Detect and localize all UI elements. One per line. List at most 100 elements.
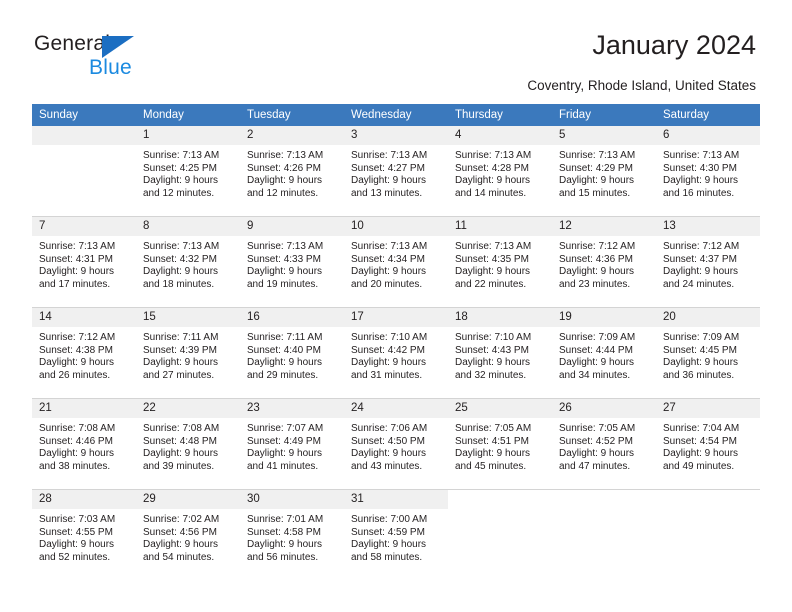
day-number: 17	[344, 308, 448, 327]
day-number: 5	[552, 126, 656, 145]
sunset-text: Sunset: 4:48 PM	[143, 435, 217, 447]
daylight-line1: Daylight: 9 hours	[143, 266, 219, 278]
day-number: 27	[656, 399, 760, 418]
daylight-line2: and 56 minutes.	[247, 551, 319, 563]
day-info: Sunrise: 7:13 AM Sunset: 4:26 PM Dayligh…	[240, 145, 344, 200]
day-cell[interactable]: 17 Sunrise: 7:10 AM Sunset: 4:42 PM Dayl…	[344, 307, 448, 399]
day-number: 18	[448, 308, 552, 327]
daylight-line1: Daylight: 9 hours	[247, 357, 323, 369]
daylight-line2: and 49 minutes.	[663, 460, 735, 472]
day-number: 3	[344, 126, 448, 145]
daylight-line1: Daylight: 9 hours	[663, 266, 739, 278]
sunset-text: Sunset: 4:59 PM	[351, 526, 425, 538]
day-cell[interactable]: 21 Sunrise: 7:08 AM Sunset: 4:46 PM Dayl…	[32, 398, 136, 490]
day-cell[interactable]: 9 Sunrise: 7:13 AM Sunset: 4:33 PM Dayli…	[240, 216, 344, 308]
day-info: Sunrise: 7:05 AM Sunset: 4:51 PM Dayligh…	[448, 418, 552, 473]
daylight-line1: Daylight: 9 hours	[247, 539, 323, 551]
general-blue-logo[interactable]: General Blue	[34, 32, 174, 80]
day-cell[interactable]: 11 Sunrise: 7:13 AM Sunset: 4:35 PM Dayl…	[448, 216, 552, 308]
day-cell[interactable]: 29 Sunrise: 7:02 AM Sunset: 4:56 PM Dayl…	[136, 489, 240, 580]
day-cell[interactable]: 31 Sunrise: 7:00 AM Sunset: 4:59 PM Dayl…	[344, 489, 448, 580]
daylight-line2: and 18 minutes.	[143, 278, 215, 290]
day-info: Sunrise: 7:13 AM Sunset: 4:25 PM Dayligh…	[136, 145, 240, 200]
day-cell[interactable]: 5 Sunrise: 7:13 AM Sunset: 4:29 PM Dayli…	[552, 126, 656, 217]
day-info: Sunrise: 7:13 AM Sunset: 4:28 PM Dayligh…	[448, 145, 552, 200]
daylight-line1: Daylight: 9 hours	[351, 175, 427, 187]
day-info: Sunrise: 7:05 AM Sunset: 4:52 PM Dayligh…	[552, 418, 656, 473]
day-number: 2	[240, 126, 344, 145]
sunset-text: Sunset: 4:55 PM	[39, 526, 113, 538]
sunset-text: Sunset: 4:28 PM	[455, 162, 529, 174]
daylight-line2: and 17 minutes.	[39, 278, 111, 290]
day-cell[interactable]: 12 Sunrise: 7:12 AM Sunset: 4:36 PM Dayl…	[552, 216, 656, 308]
day-number: 9	[240, 217, 344, 236]
sunset-text: Sunset: 4:40 PM	[247, 344, 321, 356]
calendar-week-row: 21 Sunrise: 7:08 AM Sunset: 4:46 PM Dayl…	[32, 398, 760, 490]
daylight-line1: Daylight: 9 hours	[455, 266, 531, 278]
day-info: Sunrise: 7:13 AM Sunset: 4:33 PM Dayligh…	[240, 236, 344, 291]
day-info	[552, 509, 656, 514]
day-cell[interactable]: 10 Sunrise: 7:13 AM Sunset: 4:34 PM Dayl…	[344, 216, 448, 308]
sunset-text: Sunset: 4:32 PM	[143, 253, 217, 265]
daylight-line2: and 45 minutes.	[455, 460, 527, 472]
day-cell[interactable]: 30 Sunrise: 7:01 AM Sunset: 4:58 PM Dayl…	[240, 489, 344, 580]
day-cell[interactable]: 6 Sunrise: 7:13 AM Sunset: 4:30 PM Dayli…	[656, 126, 760, 217]
day-cell[interactable]: 28 Sunrise: 7:03 AM Sunset: 4:55 PM Dayl…	[32, 489, 136, 580]
daylight-line2: and 29 minutes.	[247, 369, 319, 381]
weekday-header-sunday: Sunday	[32, 104, 136, 126]
day-info: Sunrise: 7:04 AM Sunset: 4:54 PM Dayligh…	[656, 418, 760, 473]
daylight-line1: Daylight: 9 hours	[559, 448, 635, 460]
day-cell	[656, 489, 760, 580]
sunrise-text: Sunrise: 7:12 AM	[663, 241, 740, 252]
calendar-page: General Blue January 2024 Coventry, Rhod…	[0, 0, 792, 612]
day-cell[interactable]: 16 Sunrise: 7:11 AM Sunset: 4:40 PM Dayl…	[240, 307, 344, 399]
sunrise-text: Sunrise: 7:10 AM	[351, 332, 428, 343]
daylight-line2: and 26 minutes.	[39, 369, 111, 381]
day-cell[interactable]: 8 Sunrise: 7:13 AM Sunset: 4:32 PM Dayli…	[136, 216, 240, 308]
day-cell[interactable]	[32, 126, 136, 217]
day-cell[interactable]: 13 Sunrise: 7:12 AM Sunset: 4:37 PM Dayl…	[656, 216, 760, 308]
sunset-text: Sunset: 4:56 PM	[143, 526, 217, 538]
day-info: Sunrise: 7:08 AM Sunset: 4:46 PM Dayligh…	[32, 418, 136, 473]
sunrise-text: Sunrise: 7:09 AM	[559, 332, 636, 343]
day-cell[interactable]: 19 Sunrise: 7:09 AM Sunset: 4:44 PM Dayl…	[552, 307, 656, 399]
day-info: Sunrise: 7:08 AM Sunset: 4:48 PM Dayligh…	[136, 418, 240, 473]
day-number: 22	[136, 399, 240, 418]
day-number: 14	[32, 308, 136, 327]
day-number: 24	[344, 399, 448, 418]
day-cell[interactable]: 25 Sunrise: 7:05 AM Sunset: 4:51 PM Dayl…	[448, 398, 552, 490]
day-number	[32, 126, 136, 145]
day-cell[interactable]: 7 Sunrise: 7:13 AM Sunset: 4:31 PM Dayli…	[32, 216, 136, 308]
day-cell[interactable]: 14 Sunrise: 7:12 AM Sunset: 4:38 PM Dayl…	[32, 307, 136, 399]
day-cell[interactable]: 1 Sunrise: 7:13 AM Sunset: 4:25 PM Dayli…	[136, 126, 240, 217]
day-cell[interactable]: 23 Sunrise: 7:07 AM Sunset: 4:49 PM Dayl…	[240, 398, 344, 490]
daylight-line1: Daylight: 9 hours	[455, 175, 531, 187]
day-number: 29	[136, 490, 240, 509]
day-cell[interactable]: 22 Sunrise: 7:08 AM Sunset: 4:48 PM Dayl…	[136, 398, 240, 490]
day-cell[interactable]: 4 Sunrise: 7:13 AM Sunset: 4:28 PM Dayli…	[448, 126, 552, 217]
day-number: 28	[32, 490, 136, 509]
page-subtitle: Coventry, Rhode Island, United States	[527, 78, 756, 93]
sunset-text: Sunset: 4:25 PM	[143, 162, 217, 174]
day-cell[interactable]: 26 Sunrise: 7:05 AM Sunset: 4:52 PM Dayl…	[552, 398, 656, 490]
day-info: Sunrise: 7:13 AM Sunset: 4:27 PM Dayligh…	[344, 145, 448, 200]
day-cell[interactable]: 20 Sunrise: 7:09 AM Sunset: 4:45 PM Dayl…	[656, 307, 760, 399]
page-header: General Blue January 2024 Coventry, Rhod…	[0, 0, 792, 100]
day-number: 15	[136, 308, 240, 327]
daylight-line2: and 20 minutes.	[351, 278, 423, 290]
day-cell[interactable]: 3 Sunrise: 7:13 AM Sunset: 4:27 PM Dayli…	[344, 126, 448, 217]
daylight-line2: and 24 minutes.	[663, 278, 735, 290]
day-cell[interactable]: 2 Sunrise: 7:13 AM Sunset: 4:26 PM Dayli…	[240, 126, 344, 217]
sunrise-text: Sunrise: 7:13 AM	[143, 241, 220, 252]
daylight-line2: and 27 minutes.	[143, 369, 215, 381]
day-cell[interactable]: 15 Sunrise: 7:11 AM Sunset: 4:39 PM Dayl…	[136, 307, 240, 399]
day-number: 4	[448, 126, 552, 145]
day-cell[interactable]: 27 Sunrise: 7:04 AM Sunset: 4:54 PM Dayl…	[656, 398, 760, 490]
calendar-body: 1 Sunrise: 7:13 AM Sunset: 4:25 PM Dayli…	[32, 126, 760, 580]
sunrise-text: Sunrise: 7:09 AM	[663, 332, 740, 343]
day-cell[interactable]: 18 Sunrise: 7:10 AM Sunset: 4:43 PM Dayl…	[448, 307, 552, 399]
day-cell[interactable]: 24 Sunrise: 7:06 AM Sunset: 4:50 PM Dayl…	[344, 398, 448, 490]
daylight-line2: and 47 minutes.	[559, 460, 631, 472]
day-info: Sunrise: 7:11 AM Sunset: 4:40 PM Dayligh…	[240, 327, 344, 382]
day-info: Sunrise: 7:12 AM Sunset: 4:38 PM Dayligh…	[32, 327, 136, 382]
